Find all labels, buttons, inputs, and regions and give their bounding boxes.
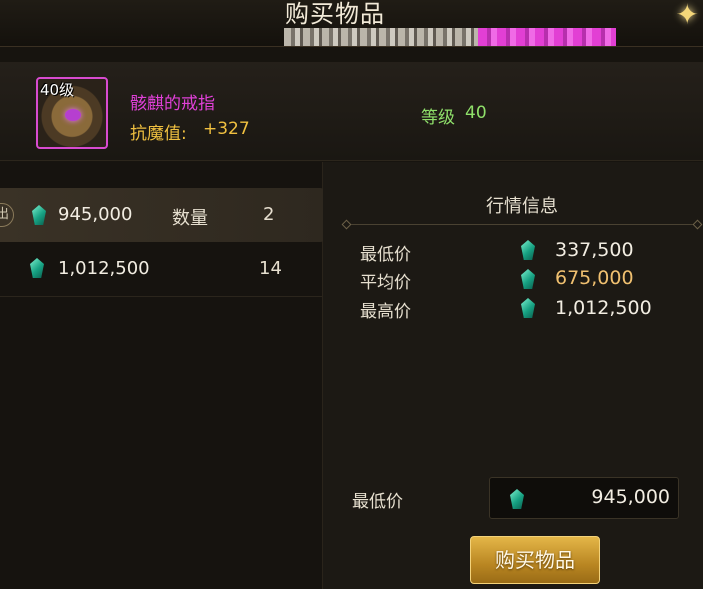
listing-qty: 14 [259, 258, 282, 279]
level-label: 等级 [421, 108, 455, 128]
listing-price: 1,012,500 [58, 258, 150, 279]
listing-row[interactable]: 1,012,500 14 [0, 242, 326, 296]
max-price-value: 1,012,500 [555, 297, 652, 319]
purchase-price-value: 945,000 [591, 486, 670, 508]
pixelated-overlay-pink [478, 28, 616, 46]
avg-price-value: 675,000 [555, 267, 634, 289]
min-price-label: 最低价 [360, 245, 411, 265]
purchase-price-field[interactable]: 945,000 [489, 477, 679, 519]
listing-price: 945,000 [58, 204, 133, 225]
stat-label: 抗魔值: [130, 124, 187, 144]
crystal-gem-icon [30, 258, 44, 278]
crystal-gem-icon [510, 489, 524, 509]
market-title: 行情信息 [486, 196, 558, 217]
crystal-gem-icon [32, 205, 46, 225]
item-name: 骸麒的戒指 [130, 94, 215, 114]
listing-tag: 出 [0, 203, 14, 227]
listing-qty: 2 [263, 204, 275, 225]
min-price-value: 337,500 [555, 239, 634, 261]
market-divider [346, 224, 698, 225]
purchase-price-label: 最低价 [352, 492, 403, 512]
listing-qty-label: 数量 [172, 208, 208, 229]
listing-divider [0, 296, 322, 297]
window-title: 购买物品 [285, 0, 385, 28]
listing-row[interactable]: 出 945,000 数量 2 [0, 188, 326, 242]
market-panel [323, 162, 703, 589]
sparkle-icon: ✦ [675, 0, 699, 31]
item-level-badge: 40级 [40, 81, 75, 99]
max-price-label: 最高价 [360, 302, 411, 322]
avg-price-label: 平均价 [360, 273, 411, 293]
title-bar: 购买物品 ✦ [0, 0, 703, 47]
ring-gem-icon [65, 109, 81, 121]
ring-item-icon[interactable]: 40级 [36, 77, 108, 149]
level-value: 40 [465, 103, 487, 123]
buy-button[interactable]: 购买物品 [470, 536, 600, 584]
stat-value: +327 [203, 119, 250, 139]
